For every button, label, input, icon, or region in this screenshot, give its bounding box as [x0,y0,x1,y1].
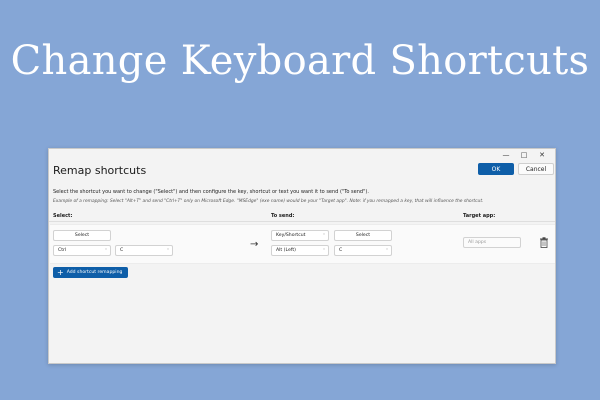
hero-title: Change Keyboard Shortcuts [10,38,590,84]
window-controls: — □ ✕ [497,150,551,160]
target-app-input[interactable]: All apps [463,237,521,248]
select-key-dropdown[interactable]: C ˅ [115,245,173,256]
chevron-down-icon: ˅ [323,233,325,238]
chevron-down-icon: ˅ [167,248,169,253]
chevron-down-icon: ˅ [386,248,388,253]
add-shortcut-remapping-button[interactable]: + Add shortcut remapping [53,267,128,278]
column-header-select: Select: [53,213,73,219]
send-select-button[interactable]: Select [334,230,392,241]
column-header-target-app: Target app: [463,213,496,219]
cancel-button[interactable]: Cancel [518,163,554,175]
plus-icon: + [57,267,64,277]
maximize-icon[interactable]: □ [515,150,533,160]
column-header-to-send: To send: [271,213,295,219]
minimize-icon[interactable]: — [497,150,515,160]
instructions-text: Select the shortcut you want to change (… [53,189,369,195]
select-modifier-value: Ctrl [58,248,67,253]
send-modifier-value: Alt (Left) [276,248,296,253]
dialog-title: Remap shortcuts [53,164,147,177]
trash-icon[interactable] [539,237,549,248]
chevron-down-icon: ˅ [105,248,107,253]
select-shortcut-button[interactable]: Select [53,230,111,241]
chevron-down-icon: ˅ [323,248,325,253]
select-modifier-dropdown[interactable]: Ctrl ˅ [53,245,111,256]
remap-shortcuts-window: — □ ✕ Remap shortcuts OK Cancel Select t… [48,148,556,364]
column-divider [49,221,555,222]
ok-button[interactable]: OK [478,163,514,175]
select-key-value: C [120,248,124,253]
send-modifier-dropdown[interactable]: Alt (Left) ˅ [271,245,329,256]
add-shortcut-remapping-label: Add shortcut remapping [66,270,123,275]
send-type-value: Key/Shortcut [276,233,306,238]
arrow-right-icon: → [250,239,259,250]
close-icon[interactable]: ✕ [533,150,551,160]
send-key-value: C [339,248,343,253]
example-text: Example of a remapping: Select "Alt+T" a… [53,199,484,204]
send-type-dropdown[interactable]: Key/Shortcut ˅ [271,230,329,241]
send-key-dropdown[interactable]: C ˅ [334,245,392,256]
